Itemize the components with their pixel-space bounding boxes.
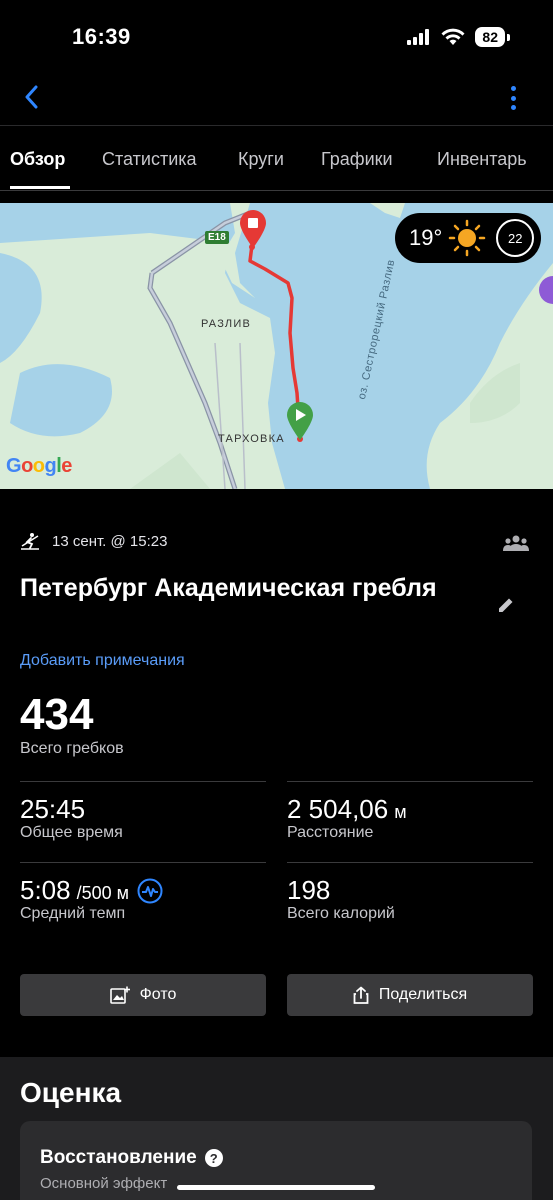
stat-value: 2 504,06 м [287,794,407,825]
stat-number: 5:08 [20,875,71,905]
more-options-button[interactable] [503,82,523,114]
share-icon [353,986,369,1004]
pace-chart-icon[interactable] [137,878,163,904]
tab-laps[interactable]: Круги [238,149,284,170]
sun-icon [449,219,486,257]
stat-label: Средний темп [20,905,126,922]
home-indicator [177,1185,375,1190]
stat-distance: 2 504,06 м Расстояние [287,781,533,861]
rowing-icon [21,533,39,550]
route-map[interactable]: E18 РАЗЛИВ ТАРХОВКА оз. Сестрорецкий Раз… [0,203,553,489]
total-strokes-label: Всего гребков [20,740,124,757]
weather-temp: 19° [409,225,443,250]
google-logo: Google [6,455,72,477]
wind-speed: 22 [508,230,523,246]
wind-indicator: 22 [496,219,535,257]
section-title: Оценка [20,1077,122,1108]
dot-icon [510,86,516,91]
stat-unit: /500 м [76,883,130,903]
share-button[interactable]: Поделиться [287,974,533,1016]
start-marker-icon [287,402,313,440]
tab-overview[interactable]: Обзор [10,149,65,170]
stat-total-time: 25:45 Общее время [20,781,266,861]
card-title-text: Восстановление [40,1147,197,1168]
activity-meta: 13 сент. @ 15:23 [20,532,167,550]
add-photo-icon [109,986,130,1004]
road-label: E18 [205,231,229,244]
tab-bar: Обзор Статистика Круги Графики Инвентарь [0,127,553,191]
map-label-razliv: РАЗЛИВ [201,318,251,330]
rating-section: Оценка Восстановление ? Основной эффект [0,1057,553,1200]
stat-unit: м [394,802,407,822]
card-subtitle: Основной эффект [40,1175,168,1192]
signal-icon [407,29,430,45]
status-time: 16:39 [72,24,131,49]
stat-label: Общее время [20,824,123,841]
stat-calories: 198 Всего калорий [287,862,533,942]
battery-indicator: 82 [475,27,510,47]
tab-active-indicator [10,186,70,189]
tab-statistics[interactable]: Статистика [102,149,197,170]
stat-label: Всего калорий [287,905,395,922]
dot-icon [510,95,516,101]
stat-number: 198 [287,875,331,905]
group-icon[interactable] [503,534,529,552]
stat-avg-pace: 5:08/500 м Средний темп [20,862,266,942]
stat-value: 25:45 [20,794,85,825]
back-button[interactable] [16,82,46,112]
chevron-left-icon [25,85,38,109]
wifi-icon [441,28,465,45]
add-note-link[interactable]: Добавить примечания [20,652,185,670]
finish-marker-icon [240,210,266,248]
total-strokes-value: 434 [20,690,94,739]
dot-icon [510,105,516,110]
stat-value: 5:08/500 м [20,875,163,906]
share-button-label: Поделиться [378,986,468,1003]
edit-icon[interactable] [497,596,515,614]
nav-bar [0,70,553,126]
map-label-tarkhovka: ТАРХОВКА [218,433,285,445]
tab-charts[interactable]: Графики [321,149,393,170]
stat-number: 25:45 [20,794,86,824]
stat-value: 198 [287,875,330,906]
card-title: Восстановление ? [40,1147,223,1169]
activity-title: Петербург Академическая гребля [20,574,437,602]
help-icon[interactable]: ? [204,1149,223,1167]
weather-widget: 19° 22 [395,213,541,263]
tab-gear[interactable]: Инвентарь [437,149,527,170]
photo-button-label: Фото [139,986,177,1003]
photo-button[interactable]: Фото [20,974,266,1016]
stat-label: Расстояние [287,824,374,841]
activity-date: 13 сент. @ 15:23 [52,532,168,550]
stat-number: 2 504,06 [287,794,389,824]
status-bar: 16:39 82 [0,0,553,70]
status-icons: 82 [407,27,510,47]
